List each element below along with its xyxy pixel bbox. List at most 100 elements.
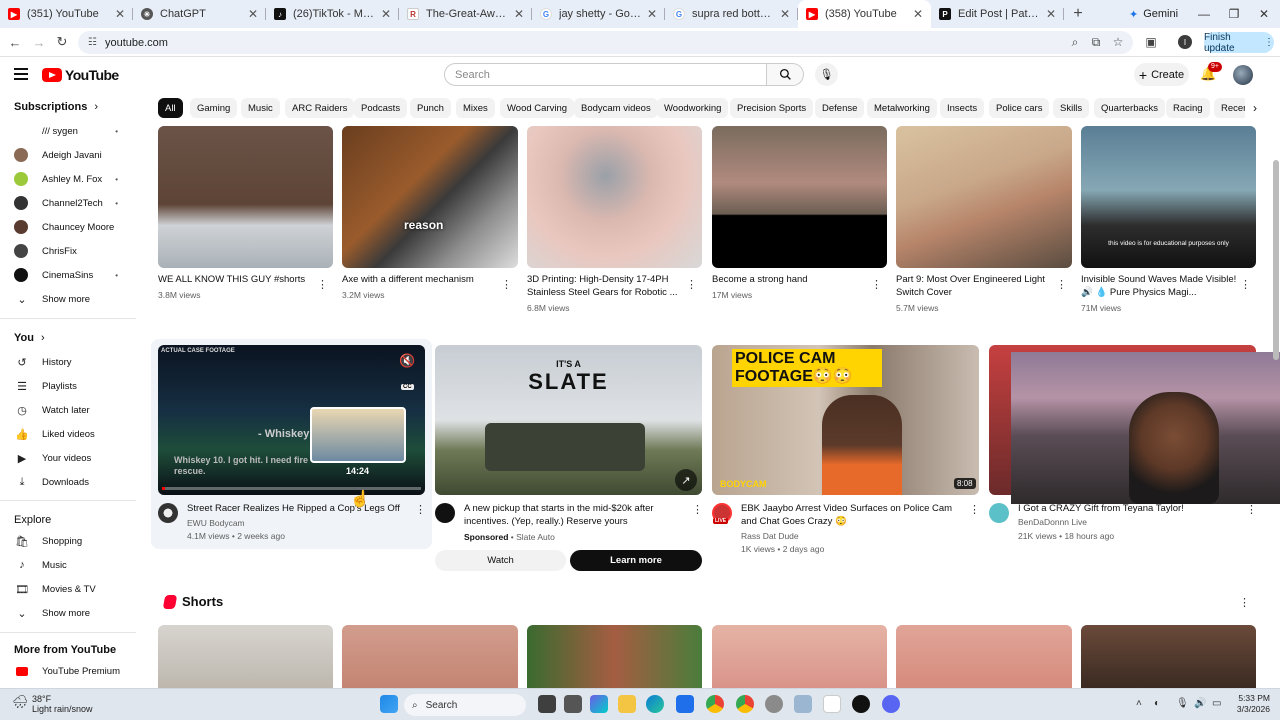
channel-avatar[interactable]: [158, 503, 178, 523]
learn-more-button[interactable]: Learn more: [570, 550, 702, 571]
video-thumbnail[interactable]: [896, 126, 1072, 268]
browser-tab[interactable]: ♪ (26)TikTok - Make Your ✕: [266, 0, 399, 28]
chip[interactable]: Defense: [815, 98, 865, 118]
edge-icon[interactable]: [646, 695, 664, 713]
short-thumbnail[interactable]: [158, 625, 333, 688]
chrome-icon[interactable]: [706, 695, 724, 713]
chrome-icon[interactable]: [736, 695, 754, 713]
chip[interactable]: Podcasts: [354, 98, 408, 118]
short-thumbnail[interactable]: [712, 625, 887, 688]
sidebar-subscription[interactable]: Chauncey Moore: [14, 217, 134, 237]
chip[interactable]: Woodworking: [657, 98, 729, 118]
sidebar-item-history[interactable]: ↺ History: [14, 352, 134, 372]
new-tab-icon[interactable]: +: [1064, 0, 1092, 28]
battery-icon[interactable]: ▭: [1212, 698, 1221, 709]
chip[interactable]: Mixes: [456, 98, 495, 118]
video-title[interactable]: WE ALL KNOW THIS GUY #shorts: [158, 273, 308, 286]
chip[interactable]: Punch: [410, 98, 451, 118]
voice-search-button[interactable]: 🎙: [815, 63, 838, 86]
chip[interactable]: Wood Carving: [500, 98, 575, 118]
copilot-icon[interactable]: [590, 695, 608, 713]
profile-avatar[interactable]: I: [1178, 35, 1192, 49]
chip[interactable]: Skills: [1053, 98, 1090, 118]
channel-name[interactable]: EWU Bodycam: [187, 518, 245, 528]
close-tab-icon[interactable]: ✕: [780, 7, 790, 21]
minimize-window-icon[interactable]: —: [1189, 0, 1219, 28]
more-actions-icon[interactable]: ⋮: [415, 503, 426, 516]
chip[interactable]: Police cars: [989, 98, 1050, 118]
advertiser-name[interactable]: Slate Auto: [516, 532, 555, 542]
close-tab-icon[interactable]: ✕: [647, 7, 657, 21]
app-tray-icon[interactable]: ◐: [1154, 698, 1160, 709]
more-actions-icon[interactable]: ⋮: [871, 278, 882, 291]
chip[interactable]: Insects: [940, 98, 985, 118]
show-more-subscriptions[interactable]: ⌄ Show more: [14, 289, 134, 309]
sidebar-subscription[interactable]: Adeigh Javani: [14, 145, 134, 165]
browser-tab[interactable]: ▶ (351) YouTube ✕: [0, 0, 133, 28]
discord-icon[interactable]: [882, 695, 900, 713]
channel-name[interactable]: BenDaDonnn Live: [1018, 517, 1087, 527]
close-tab-icon[interactable]: ✕: [514, 7, 524, 21]
watch-button[interactable]: Watch: [435, 550, 566, 571]
sidebar-subscription[interactable]: Ashley M. Fox •: [14, 169, 134, 189]
chip[interactable]: Racing: [1166, 98, 1210, 118]
ad-thumbnail[interactable]: IT'S A SLATE ↗: [435, 345, 702, 495]
video-title[interactable]: I Got a CRAZY Gift from Teyana Taylor!: [1018, 502, 1244, 515]
speaker-icon[interactable]: 🔊: [1194, 698, 1206, 709]
browser-tab[interactable]: ✳ ChatGPT ✕: [133, 0, 266, 28]
short-thumbnail[interactable]: [1081, 625, 1256, 688]
advertiser-avatar[interactable]: [435, 503, 455, 523]
sidebar-item-youtube-premium[interactable]: YouTube Premium: [14, 661, 134, 681]
forward-icon[interactable]: →: [30, 33, 48, 51]
chip-all[interactable]: All: [158, 98, 183, 118]
scrollbar-thumb[interactable]: [1273, 160, 1279, 360]
video-preview-player[interactable]: ACTUAL CASE FOOTAGE 🔇 CC - Whiskey 14:24…: [158, 345, 425, 495]
short-thumbnail[interactable]: [342, 625, 518, 688]
browser-tab[interactable]: Gsupra red bottoms - Go ✕: [665, 0, 798, 28]
browser-tab[interactable]: R The-Great-Awakening-f ✕: [399, 0, 532, 28]
video-thumbnail[interactable]: POLICE CAM FOOTAGE😳😳 BODYCAM 8:08: [712, 345, 979, 495]
mic-icon[interactable]: 🎙: [1176, 698, 1189, 709]
browser-tab[interactable]: P Edit Post | Patreon ✕: [931, 0, 1064, 28]
video-thumbnail[interactable]: reason: [342, 126, 518, 268]
video-title[interactable]: Street Racer Realizes He Ripped a Cop's …: [187, 502, 412, 515]
search-button[interactable]: [767, 63, 804, 86]
video-title[interactable]: EBK Jaaybo Arrest Video Surfaces on Poli…: [741, 502, 967, 528]
terminal-icon[interactable]: [564, 695, 582, 713]
video-title[interactable]: Invisible Sound Waves Made Visible! 🔊 💧 …: [1081, 273, 1239, 299]
back-icon[interactable]: ←: [6, 33, 24, 51]
channel-name[interactable]: Rass Dat Dude: [741, 531, 799, 541]
sidebar-subscription[interactable]: ChrisFix: [14, 241, 134, 261]
open-link-icon[interactable]: ↗: [675, 469, 697, 491]
chip[interactable]: Bodycam videos: [574, 98, 658, 118]
windows-start-icon[interactable]: [380, 695, 398, 713]
ad-title[interactable]: A new pickup that starts in the mid-$20k…: [464, 502, 689, 528]
video-thumbnail[interactable]: this video is for educational purposes o…: [1081, 126, 1256, 268]
video-thumbnail[interactable]: [527, 126, 702, 268]
channel-avatar[interactable]: [989, 503, 1009, 523]
settings-gear-icon[interactable]: [765, 695, 783, 713]
chip[interactable]: Gaming: [190, 98, 238, 118]
photos-icon[interactable]: [794, 695, 812, 713]
sidebar-subscription[interactable]: Channel2Tech •: [14, 193, 134, 213]
more-actions-icon[interactable]: ⋮: [1056, 278, 1067, 291]
chevron-right-icon[interactable]: ›: [1245, 98, 1265, 118]
gemini-button[interactable]: ✦ Gemini: [1120, 5, 1187, 23]
more-actions-icon[interactable]: ⋮: [1240, 278, 1251, 291]
close-window-icon[interactable]: ✕: [1249, 0, 1279, 28]
close-tab-icon[interactable]: ✕: [381, 7, 391, 21]
sidebar-subscription[interactable]: CinemaSins •: [14, 265, 134, 285]
chip[interactable]: Music: [241, 98, 280, 118]
youtube-logo[interactable]: YouTube: [42, 67, 119, 83]
sidebar-item-music[interactable]: ♪ Music: [14, 555, 134, 575]
more-actions-icon[interactable]: ⋮: [969, 503, 980, 516]
more-actions-icon[interactable]: ⋮: [317, 278, 328, 291]
more-actions-icon[interactable]: ⋮: [1239, 596, 1250, 609]
chip[interactable]: Quarterbacks: [1094, 98, 1166, 118]
chip[interactable]: ARC Raiders: [285, 98, 355, 118]
more-actions-icon[interactable]: ⋮: [686, 278, 697, 291]
close-tab-icon[interactable]: ✕: [248, 7, 258, 21]
more-actions-icon[interactable]: ⋮: [692, 503, 703, 516]
mute-icon[interactable]: 🔇: [399, 353, 415, 369]
video-title[interactable]: Become a strong hand: [712, 273, 862, 286]
